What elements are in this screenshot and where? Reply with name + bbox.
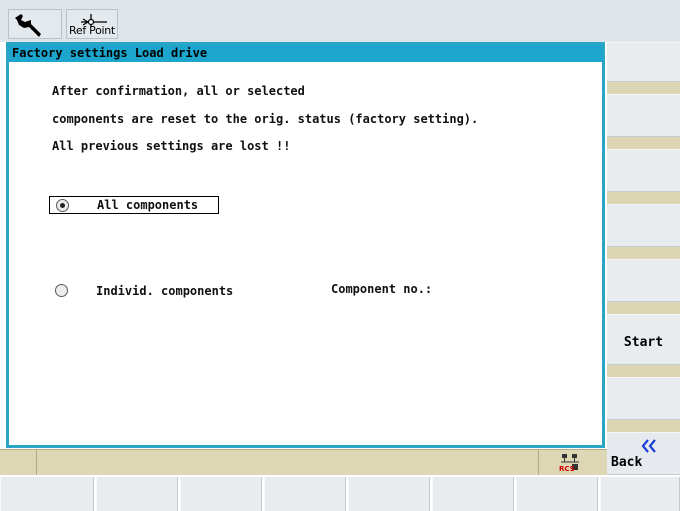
back-label: Back — [611, 455, 643, 470]
softkey-separator — [607, 137, 680, 149]
softkey-v5[interactable] — [607, 259, 680, 302]
component-no-label: Component no.: — [331, 282, 433, 296]
ref-point-button[interactable]: Ref Point — [66, 9, 118, 39]
top-toolbar: Ref Point — [0, 0, 680, 42]
info-line-2: components are reset to the orig. status… — [52, 112, 479, 126]
softkey-v3[interactable] — [607, 149, 680, 192]
softkey-h1[interactable] — [0, 477, 94, 511]
wrench-icon — [15, 14, 41, 37]
status-divider — [538, 450, 539, 476]
softkey-separator — [607, 365, 680, 377]
softkey-h5[interactable] — [348, 477, 430, 511]
back-softkey[interactable]: Back — [607, 432, 680, 475]
softkey-separator — [607, 420, 680, 432]
softkey-separator — [607, 247, 680, 259]
softkey-h8[interactable] — [600, 477, 680, 511]
individual-components-option[interactable]: Individ. components — [49, 282, 279, 300]
softkey-h6[interactable] — [432, 477, 514, 511]
radio-selected-dot — [60, 203, 65, 208]
individual-components-radio[interactable] — [55, 284, 68, 297]
softkey-v4[interactable] — [607, 204, 680, 247]
info-line-1: After confirmation, all or selected — [52, 84, 305, 98]
all-components-label: All components — [97, 198, 199, 212]
dialog-title: Factory settings Load drive — [9, 45, 602, 62]
status-bar: RCS — [0, 449, 607, 476]
softkey-h3[interactable] — [180, 477, 262, 511]
status-divider — [36, 450, 37, 476]
softkey-h7[interactable] — [516, 477, 598, 511]
softkey-v7[interactable] — [607, 377, 680, 420]
individual-components-label: Individ. components — [96, 284, 234, 298]
rcs-text: RCS — [559, 465, 575, 473]
softkey-separator — [607, 82, 680, 94]
softkey-v2[interactable] — [607, 94, 680, 137]
factory-settings-dialog: Factory settings Load drive After confir… — [6, 42, 605, 448]
rcs-network-icon: RCS — [559, 454, 579, 473]
softkey-separator — [607, 192, 680, 204]
horizontal-softkey-bar — [0, 475, 680, 511]
setup-wrench-button[interactable] — [8, 9, 62, 39]
all-components-radio[interactable] — [56, 199, 69, 212]
start-softkey[interactable]: Start — [607, 314, 680, 365]
start-label: Start — [623, 335, 664, 350]
double-chevron-left-icon — [641, 439, 656, 453]
softkey-h4[interactable] — [264, 477, 346, 511]
softkey-separator — [607, 302, 680, 314]
ref-point-label: Ref Point — [69, 24, 115, 37]
all-components-option[interactable]: All components — [49, 196, 219, 214]
softkey-v1[interactable] — [607, 42, 680, 82]
info-line-3: All previous settings are lost !! — [52, 139, 291, 153]
softkey-h2[interactable] — [96, 477, 178, 511]
